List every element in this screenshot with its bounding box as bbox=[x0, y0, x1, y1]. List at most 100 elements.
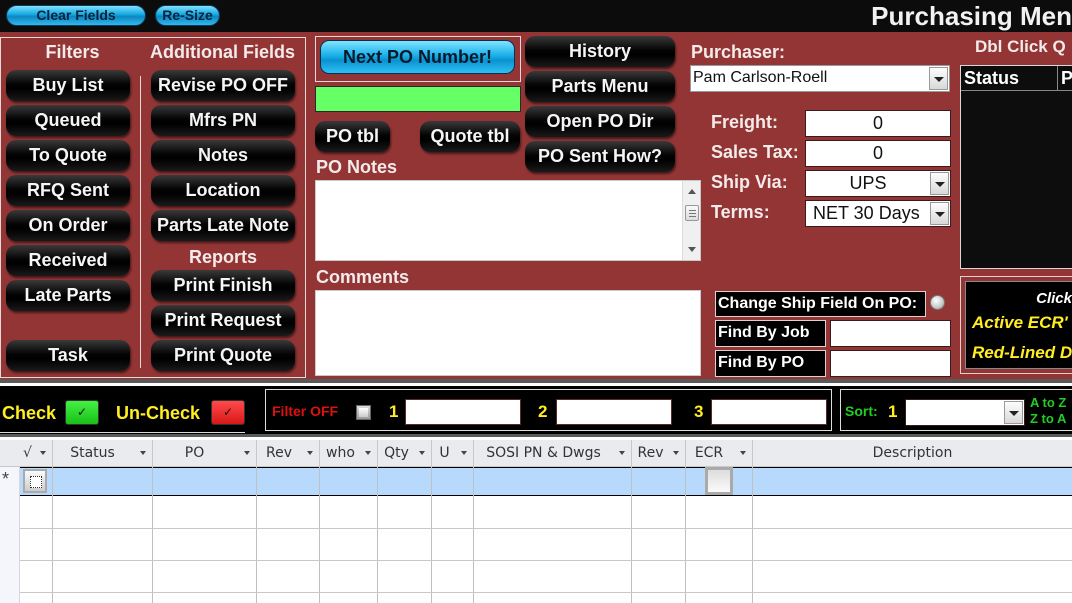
chevron-down-icon[interactable] bbox=[673, 451, 679, 455]
column-header-description[interactable]: Description bbox=[753, 440, 1072, 467]
new-record-row[interactable] bbox=[20, 467, 1072, 496]
chevron-down-icon[interactable] bbox=[619, 451, 625, 455]
ecr-checkbox[interactable] bbox=[705, 467, 733, 495]
quotes-col-status[interactable]: Status bbox=[961, 66, 1058, 91]
chevron-down-icon[interactable] bbox=[140, 451, 146, 455]
chevron-down-icon[interactable] bbox=[929, 67, 948, 90]
chevron-down-icon[interactable] bbox=[365, 451, 371, 455]
find-by-po-input[interactable] bbox=[830, 350, 951, 377]
scroll-thumb[interactable] bbox=[685, 205, 699, 221]
column-line bbox=[377, 467, 378, 603]
filter-to-quote-button[interactable]: To Quote bbox=[6, 140, 130, 171]
comments-textarea[interactable] bbox=[315, 290, 701, 376]
chevron-down-icon[interactable] bbox=[1004, 401, 1023, 424]
freight-input[interactable]: 0 bbox=[805, 110, 951, 137]
row-select-checkbox[interactable] bbox=[23, 469, 47, 493]
filter-queued-button[interactable]: Queued bbox=[6, 105, 130, 136]
filter-on-order-button[interactable]: On Order bbox=[6, 210, 130, 241]
find-by-job-input[interactable] bbox=[830, 320, 951, 347]
column-label: Rev bbox=[637, 445, 664, 461]
check-all-button[interactable] bbox=[65, 400, 99, 425]
column-header-check[interactable]: √ bbox=[20, 440, 53, 467]
scroll-up-icon[interactable] bbox=[688, 189, 696, 194]
filter-received-button[interactable]: Received bbox=[6, 245, 130, 276]
quotes-col-p[interactable]: P bbox=[1058, 66, 1072, 91]
filter-3-number: 3 bbox=[694, 402, 704, 421]
top-bar: Clear Fields Re-Size Purchasing Men bbox=[0, 0, 1072, 32]
chevron-down-icon[interactable] bbox=[40, 451, 46, 455]
column-header-rev[interactable]: Rev bbox=[257, 440, 320, 467]
ship-via-select[interactable]: UPS bbox=[805, 170, 951, 197]
filter-late-parts-button[interactable]: Late Parts bbox=[6, 280, 130, 311]
filter-toggle-checkbox[interactable] bbox=[356, 405, 371, 420]
clear-fields-button[interactable]: Clear Fields bbox=[6, 5, 146, 26]
sort-a-to-z-button[interactable]: A to Z bbox=[1030, 395, 1066, 410]
scroll-down-icon[interactable] bbox=[688, 247, 696, 252]
select-all-corner[interactable] bbox=[0, 440, 20, 467]
po-notes-scrollbar[interactable] bbox=[682, 181, 700, 260]
quotes-list[interactable]: Status P bbox=[960, 65, 1072, 269]
po-number-display bbox=[315, 86, 521, 112]
column-label: PO bbox=[184, 445, 205, 461]
history-button[interactable]: History bbox=[525, 36, 675, 67]
column-header-qty[interactable]: Qty bbox=[378, 440, 432, 467]
po-sent-how-button[interactable]: PO Sent How? bbox=[525, 141, 675, 172]
filter-buy-list-button[interactable]: Buy List bbox=[6, 70, 130, 101]
column-line bbox=[752, 467, 753, 603]
column-header-sosi-pn[interactable]: SOSI PN & Dwgs bbox=[474, 440, 632, 467]
column-header-rev-2[interactable]: Rev bbox=[632, 440, 686, 467]
column-header-po[interactable]: PO bbox=[153, 440, 257, 467]
chevron-down-icon[interactable] bbox=[419, 451, 425, 455]
column-header-u[interactable]: U bbox=[432, 440, 474, 467]
filter-2-number: 2 bbox=[538, 402, 548, 421]
next-po-number-button[interactable]: Next PO Number! bbox=[320, 40, 515, 74]
column-divider bbox=[140, 76, 141, 368]
po-tbl-button[interactable]: PO tbl bbox=[315, 121, 390, 152]
active-ecr-link[interactable]: Active ECR' bbox=[972, 313, 1068, 333]
purchaser-select[interactable]: Pam Carlson-Roell bbox=[690, 65, 950, 92]
revise-po-button[interactable]: Revise PO OFF bbox=[151, 70, 295, 101]
uncheck-all-button[interactable] bbox=[211, 400, 245, 425]
chevron-down-icon[interactable] bbox=[740, 451, 746, 455]
print-request-button[interactable]: Print Request bbox=[151, 305, 295, 336]
filter-rfq-sent-button[interactable]: RFQ Sent bbox=[6, 175, 130, 206]
sales-tax-label: Sales Tax: bbox=[711, 142, 799, 162]
column-header-status[interactable]: Status bbox=[53, 440, 153, 467]
filter-2-input[interactable] bbox=[556, 399, 672, 425]
chevron-down-icon[interactable] bbox=[307, 451, 313, 455]
parts-menu-button[interactable]: Parts Menu bbox=[525, 71, 675, 102]
filter-3-input[interactable] bbox=[711, 399, 827, 425]
po-notes-textarea[interactable] bbox=[315, 180, 701, 261]
print-quote-button[interactable]: Print Quote bbox=[151, 340, 295, 371]
print-finish-button[interactable]: Print Finish bbox=[151, 270, 295, 301]
column-header-who[interactable]: who bbox=[320, 440, 378, 467]
quote-tbl-button[interactable]: Quote tbl bbox=[420, 121, 520, 152]
chevron-down-icon[interactable] bbox=[930, 202, 949, 225]
resize-button[interactable]: Re-Size bbox=[155, 5, 220, 26]
task-button[interactable]: Task bbox=[6, 340, 130, 371]
column-label: √ bbox=[23, 445, 32, 461]
terms-select[interactable]: NET 30 Days bbox=[805, 200, 951, 227]
sort-select[interactable] bbox=[905, 399, 1025, 426]
find-by-job-label: Find By Job bbox=[715, 320, 826, 347]
red-lined-link[interactable]: Red-Lined D bbox=[972, 343, 1072, 363]
column-line bbox=[319, 467, 320, 603]
ecr-click-label: Click bbox=[1036, 290, 1072, 307]
uncheck-label: Un-Check bbox=[116, 403, 201, 423]
mfrs-pn-button[interactable]: Mfrs PN bbox=[151, 105, 295, 136]
column-header-ecr[interactable]: ECR bbox=[686, 440, 753, 467]
parts-late-note-button[interactable]: Parts Late Note bbox=[151, 210, 295, 241]
sort-z-to-a-button[interactable]: Z to A bbox=[1030, 411, 1066, 426]
chevron-down-icon[interactable] bbox=[930, 172, 949, 195]
change-ship-field-radio[interactable] bbox=[930, 295, 945, 310]
chevron-down-icon[interactable] bbox=[461, 451, 467, 455]
ecr-panel[interactable]: Click Active ECR' Red-Lined D bbox=[965, 281, 1072, 369]
sort-label: Sort: bbox=[845, 403, 878, 419]
location-button[interactable]: Location bbox=[151, 175, 295, 206]
chevron-down-icon[interactable] bbox=[244, 451, 250, 455]
sales-tax-input[interactable]: 0 bbox=[805, 140, 951, 167]
filters-header: Filters bbox=[45, 42, 100, 62]
notes-button[interactable]: Notes bbox=[151, 140, 295, 171]
open-po-dir-button[interactable]: Open PO Dir bbox=[525, 106, 675, 137]
filter-1-input[interactable] bbox=[405, 399, 521, 425]
